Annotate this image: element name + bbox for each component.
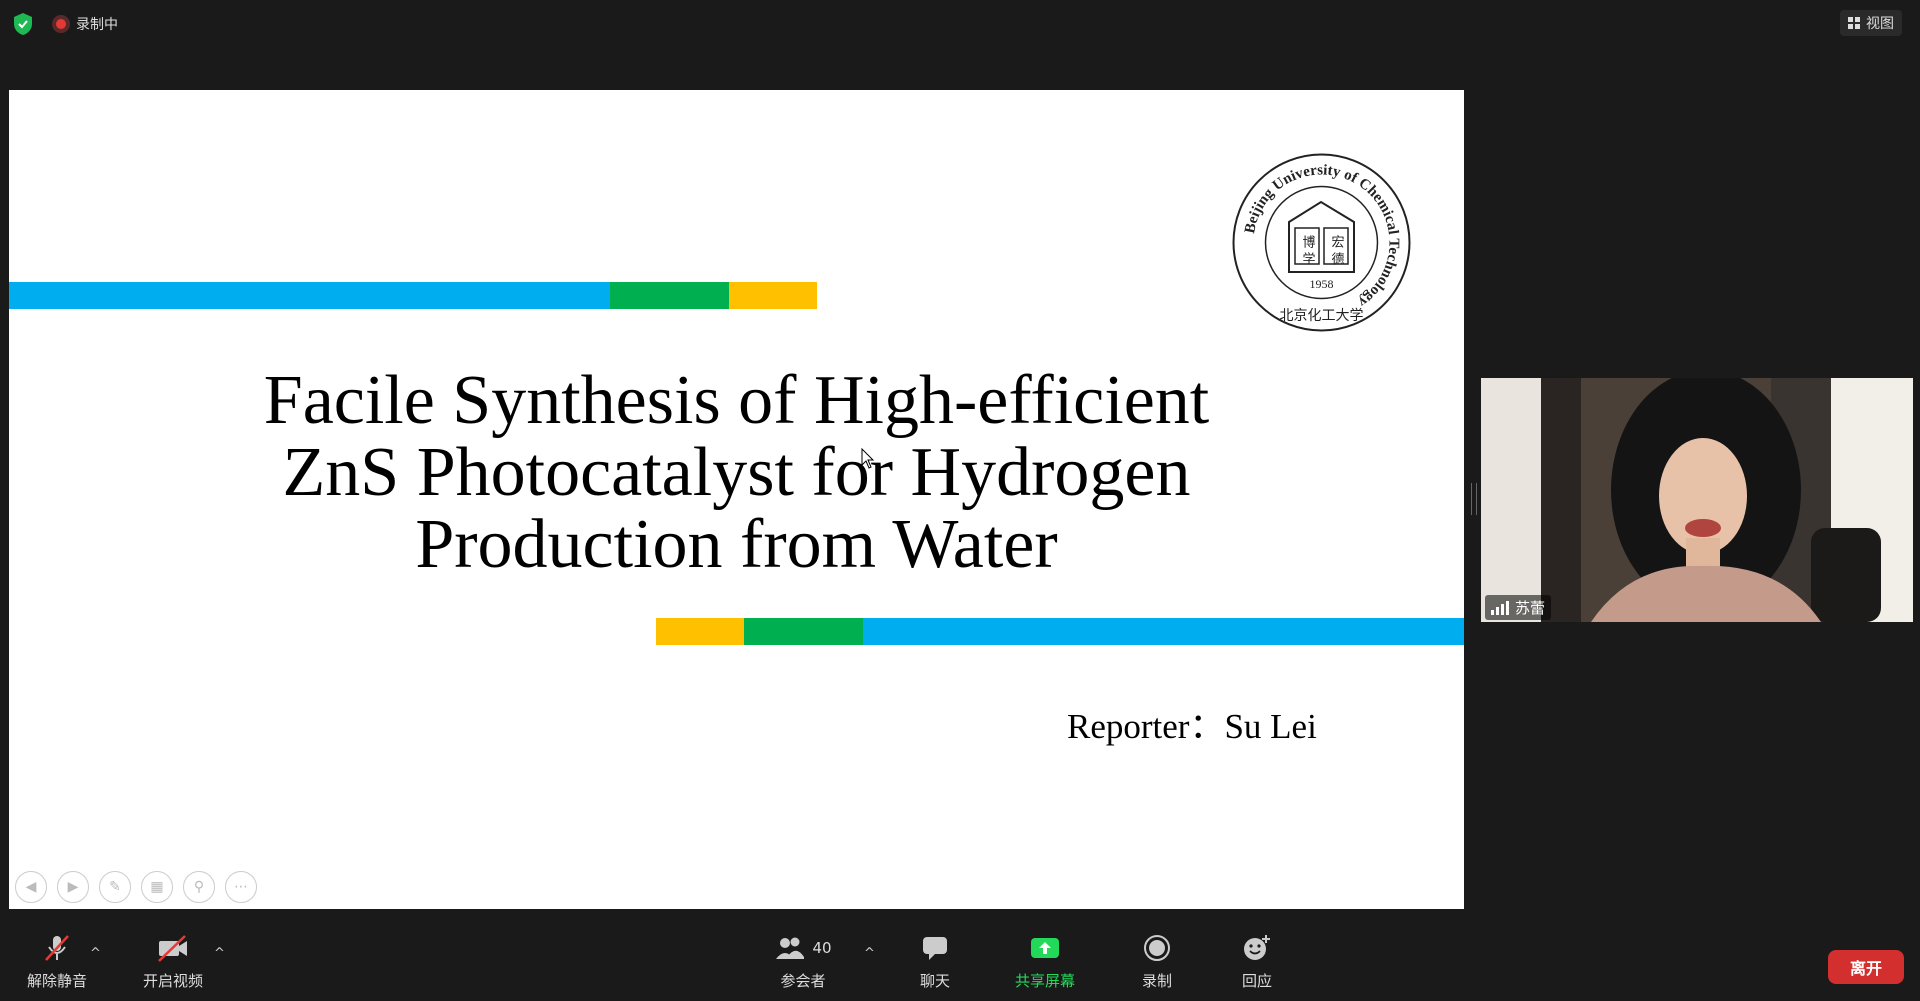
slides-grid-icon[interactable]: ▦ — [141, 871, 173, 903]
signal-icon — [1491, 600, 1509, 615]
record-icon — [52, 15, 70, 33]
reaction-icon — [1244, 935, 1270, 960]
university-seal: Beijing University of Chemical Technolog… — [1232, 153, 1411, 332]
share-screen-label: 共享屏幕 — [1014, 972, 1075, 990]
shared-screen: Beijing University of Chemical Technolog… — [9, 90, 1464, 909]
leave-button[interactable]: 离开 — [1828, 950, 1904, 984]
slide-title: Facile Synthesis of High-efficient ZnS P… — [9, 365, 1464, 581]
zoom-icon[interactable]: ⚲ — [183, 871, 215, 903]
seal-bottom: 北京化工大学 — [1280, 308, 1364, 324]
share-screen-button[interactable]: 共享屏幕 — [990, 930, 1100, 991]
reactions-label: 回应 — [1241, 972, 1272, 990]
view-label: 视图 — [1866, 16, 1894, 32]
participants-options-caret[interactable]: ^ — [864, 946, 875, 961]
title-line-3: Production from Water — [415, 506, 1058, 583]
start-video-button[interactable]: 开启视频 — [118, 930, 228, 991]
bottom-bar-blue — [863, 618, 1464, 645]
title-line-2: ZnS Photocatalyst for Hydrogen — [282, 434, 1191, 511]
chat-label: 聊天 — [919, 972, 950, 990]
next-slide-icon[interactable]: ▶ — [57, 871, 89, 903]
more-icon[interactable]: ⋯ — [225, 871, 257, 903]
splitter-handle[interactable] — [1471, 483, 1477, 515]
grid-icon — [1848, 17, 1860, 29]
shield-icon[interactable] — [12, 12, 34, 36]
participants-label: 参会者 — [780, 972, 826, 990]
top-bar-green — [610, 282, 729, 309]
record-button[interactable]: 录制 — [1102, 930, 1212, 991]
pen-icon[interactable]: ✎ — [99, 871, 131, 903]
meeting-toolbar: 解除静音 ^ 开启视频 ^ 40 参会者 ^ 聊天 共享屏幕 录制 回应 离开 — [0, 930, 1920, 1001]
mic-muted-icon — [45, 935, 69, 961]
video-options-caret[interactable]: ^ — [214, 946, 225, 961]
top-bar-yellow — [729, 282, 817, 309]
seal-right-chars: 宏 德 — [1329, 235, 1345, 266]
participants-count: 40 — [812, 939, 832, 957]
recording-label: 录制中 — [76, 17, 118, 33]
reporter-text: Reporter：Su Lei — [1067, 707, 1317, 746]
mouse-cursor-icon — [861, 448, 875, 469]
start-video-label: 开启视频 — [142, 972, 203, 990]
top-status: 录制中 — [12, 12, 118, 36]
prev-slide-icon[interactable]: ◀ — [15, 871, 47, 903]
chat-button[interactable]: 聊天 — [880, 930, 990, 991]
share-screen-icon — [1031, 938, 1059, 958]
participant-name-tag: 苏蕾 — [1485, 595, 1552, 620]
participant-name: 苏蕾 — [1515, 599, 1546, 617]
camera-off-icon — [158, 935, 187, 962]
video-frame — [1481, 378, 1913, 622]
slide-controls: ◀ ▶ ✎ ▦ ⚲ ⋯ — [15, 871, 257, 903]
unmute-label: 解除静音 — [26, 972, 87, 990]
view-button[interactable]: 视图 — [1840, 10, 1902, 36]
title-line-1: Facile Synthesis of High-efficient — [263, 362, 1210, 439]
chat-icon — [923, 937, 947, 960]
mic-options-caret[interactable]: ^ — [90, 946, 101, 961]
reactions-button[interactable]: 回应 — [1202, 930, 1312, 991]
recording-indicator[interactable]: 录制中 — [52, 14, 118, 34]
seal-year: 1958 — [1310, 277, 1334, 291]
participants-icon — [776, 937, 805, 959]
record-button-icon — [1144, 935, 1170, 961]
participant-video[interactable]: 苏蕾 — [1481, 378, 1913, 622]
bottom-bar-green — [744, 618, 863, 645]
top-bar-blue — [9, 282, 610, 309]
bottom-bar-yellow — [656, 618, 744, 645]
seal-left-chars: 博 学 — [1300, 235, 1316, 266]
participants-button[interactable]: 40 参会者 — [748, 930, 858, 991]
record-label: 录制 — [1141, 972, 1172, 990]
